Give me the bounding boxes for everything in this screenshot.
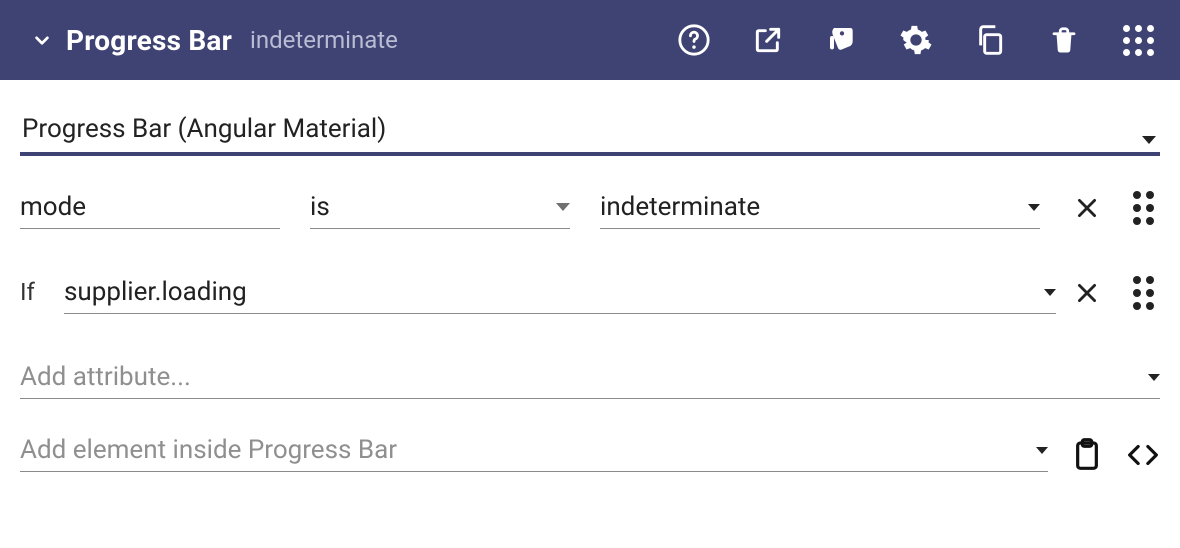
condition-row-actions	[1070, 276, 1160, 314]
caret-down-icon	[1044, 289, 1056, 296]
attr-row-actions	[1070, 191, 1160, 229]
remove-condition-button[interactable]	[1070, 276, 1104, 310]
drag-dots-icon	[1133, 191, 1154, 225]
drag-handle[interactable]	[1126, 276, 1160, 310]
panel-body: Progress Bar (Angular Material) mode is …	[0, 80, 1180, 492]
component-type-dropdown[interactable]: Progress Bar (Angular Material)	[20, 108, 1160, 156]
collapse-toggle[interactable]	[18, 27, 66, 53]
add-attribute-select[interactable]: Add attribute...	[20, 356, 1160, 399]
delete-button[interactable]	[1046, 22, 1082, 58]
copy-button[interactable]	[972, 22, 1008, 58]
style-icon	[826, 24, 858, 56]
caret-down-icon	[556, 203, 570, 211]
header-bar: Progress Bar indeterminate	[0, 0, 1180, 80]
header-title: Progress Bar	[66, 24, 232, 57]
style-button[interactable]	[824, 22, 860, 58]
drag-dots-icon	[1133, 276, 1154, 310]
caret-down-icon	[1036, 447, 1048, 454]
attr-name-value: mode	[20, 192, 86, 222]
add-attribute-row: Add attribute...	[20, 356, 1160, 399]
dropdown-caret	[1138, 136, 1160, 152]
attr-operator-select[interactable]: is	[310, 186, 570, 229]
attribute-row: mode is indeterminate	[20, 186, 1160, 229]
close-icon	[1074, 195, 1100, 221]
condition-expression-value: supplier.loading	[64, 277, 247, 307]
add-child-row: Add element inside Progress Bar	[20, 429, 1160, 472]
if-label: If	[20, 278, 50, 314]
attr-value-value: indeterminate	[600, 192, 760, 222]
grid-dots-icon	[1123, 25, 1154, 56]
component-type-label: Progress Bar (Angular Material)	[20, 114, 392, 152]
code-button[interactable]	[1126, 438, 1160, 472]
attr-value-select[interactable]: indeterminate	[600, 186, 1040, 229]
header-subtitle: indeterminate	[250, 26, 398, 54]
remove-attr-button[interactable]	[1070, 191, 1104, 225]
caret-down-icon	[1148, 374, 1160, 381]
copy-icon	[974, 24, 1006, 56]
condition-expression-input[interactable]: supplier.loading	[64, 271, 1056, 314]
close-icon	[1074, 280, 1100, 306]
paste-button[interactable]	[1070, 438, 1104, 472]
attr-name-input[interactable]: mode	[20, 186, 280, 229]
condition-row: If supplier.loading	[20, 271, 1160, 314]
chevron-down-icon	[29, 27, 55, 53]
help-icon	[677, 23, 711, 57]
clipboard-icon	[1071, 437, 1103, 473]
attr-operator-value: is	[310, 192, 330, 222]
add-child-placeholder: Add element inside Progress Bar	[20, 435, 397, 465]
open-in-new-icon	[752, 24, 784, 56]
caret-down-icon	[1142, 136, 1156, 144]
settings-button[interactable]	[898, 22, 934, 58]
more-button[interactable]	[1120, 22, 1156, 58]
trash-icon	[1049, 24, 1079, 56]
add-attribute-placeholder: Add attribute...	[20, 362, 191, 392]
drag-handle[interactable]	[1126, 191, 1160, 225]
add-child-select[interactable]: Add element inside Progress Bar	[20, 429, 1048, 472]
caret-down-icon	[1028, 204, 1040, 211]
help-button[interactable]	[676, 22, 712, 58]
open-in-new-button[interactable]	[750, 22, 786, 58]
header-actions	[676, 22, 1162, 58]
gear-icon	[899, 23, 933, 57]
code-icon	[1126, 441, 1160, 469]
